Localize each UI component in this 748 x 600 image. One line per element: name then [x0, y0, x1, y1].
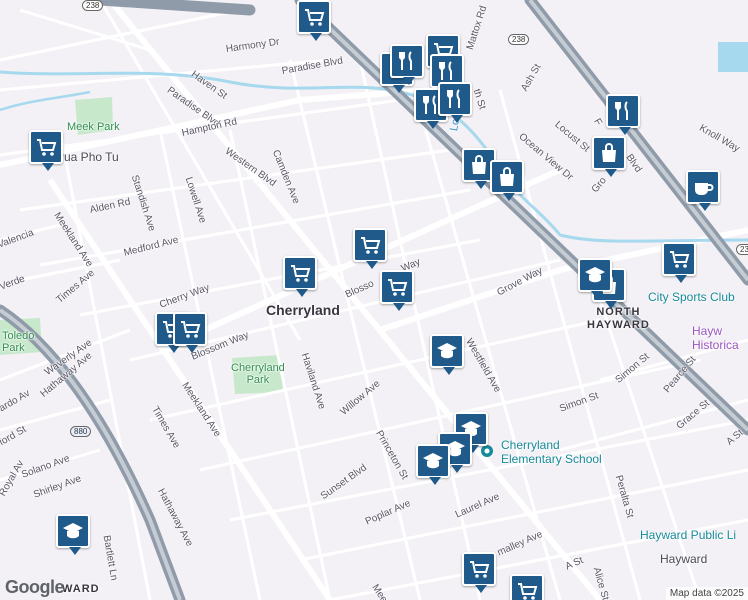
school-pin[interactable] — [416, 444, 450, 485]
poi-label-library[interactable]: Hayward Public Li — [640, 528, 736, 542]
shopping-cart-icon — [518, 583, 538, 600]
poi-label-city-sports[interactable]: City Sports Club — [648, 290, 735, 304]
place-label-ward: WARD — [62, 583, 100, 595]
shopping-bag-icon — [602, 143, 616, 162]
route-238-shield: 238 — [82, 0, 104, 11]
shopping-cart-pin[interactable] — [173, 312, 207, 353]
main-roads — [0, 0, 748, 600]
school-pin[interactable] — [578, 258, 612, 299]
route-238-shield-3: 238 — [736, 244, 748, 255]
restaurant-pin[interactable] — [438, 82, 472, 123]
cafe-icon — [695, 183, 714, 195]
shopping-cart-icon — [470, 561, 490, 578]
poi-label-hayward-station[interactable]: Hayward — [660, 552, 707, 566]
shopping-cart-icon — [181, 321, 201, 338]
park-label-meek: Meek Park — [67, 121, 120, 133]
map[interactable]: Cherryland NORTH HAYWARD WARD Meek Park … — [0, 0, 748, 600]
shopping-cart-icon — [670, 251, 690, 268]
school-pin[interactable] — [430, 334, 464, 375]
restaurant-pin[interactable] — [606, 94, 640, 135]
shopping-bag-icon — [472, 155, 486, 174]
street-grid — [0, 0, 748, 600]
shopping-bag-pin[interactable] — [490, 160, 524, 201]
shopping-cart-icon — [291, 265, 311, 282]
map-base — [0, 0, 748, 600]
restaurant-icon — [439, 61, 452, 80]
poi-label-historical[interactable]: Hayw Historica — [692, 324, 739, 352]
map-attribution[interactable]: Map data ©2025 — [665, 587, 748, 600]
school-pin[interactable] — [56, 514, 90, 555]
shopping-cart-icon — [37, 139, 57, 156]
park-label-toledo: Toledo Park — [2, 330, 35, 354]
park-label-cherryland: Cherryland Park — [231, 362, 285, 386]
shopping-cart-icon — [388, 279, 408, 296]
school-icon — [437, 343, 457, 359]
restaurant-icon — [399, 51, 412, 70]
shopping-cart-pin[interactable] — [510, 574, 544, 600]
shopping-cart-pin[interactable] — [662, 242, 696, 283]
google-logo: Google — [5, 577, 65, 597]
place-label-cherryland: Cherryland — [266, 302, 340, 318]
restaurant-pin[interactable] — [390, 44, 424, 85]
interstate-880-shield: 880 — [70, 426, 92, 437]
water-area — [718, 42, 748, 72]
shopping-cart-pin[interactable] — [380, 270, 414, 311]
highways — [0, 0, 748, 600]
shopping-cart-pin[interactable] — [462, 552, 496, 593]
restaurant-icon — [447, 89, 460, 108]
cafe-pin[interactable] — [686, 170, 720, 211]
school-icon — [63, 523, 83, 539]
highway-inner — [0, 0, 748, 600]
shopping-cart-pin[interactable] — [353, 228, 387, 269]
shopping-cart-icon — [305, 9, 325, 26]
shopping-cart-icon — [361, 237, 381, 254]
poi-label-school[interactable]: Cherryland Elementary School — [501, 438, 602, 466]
poi-label-pho[interactable]: Pua Pho Tu — [56, 150, 119, 164]
school-dot-icon — [481, 445, 493, 457]
shopping-cart-pin[interactable] — [283, 256, 317, 297]
shopping-cart-pin[interactable] — [29, 130, 63, 171]
route-238-shield-2: 238 — [508, 34, 530, 45]
shopping-bag-pin[interactable] — [592, 136, 626, 177]
school-icon — [585, 267, 605, 283]
shopping-bag-icon — [500, 167, 514, 186]
shopping-cart-pin[interactable] — [297, 0, 331, 41]
restaurant-icon — [615, 101, 628, 120]
school-icon — [423, 453, 443, 469]
place-label-north-hayward: NORTH HAYWARD — [587, 306, 650, 331]
